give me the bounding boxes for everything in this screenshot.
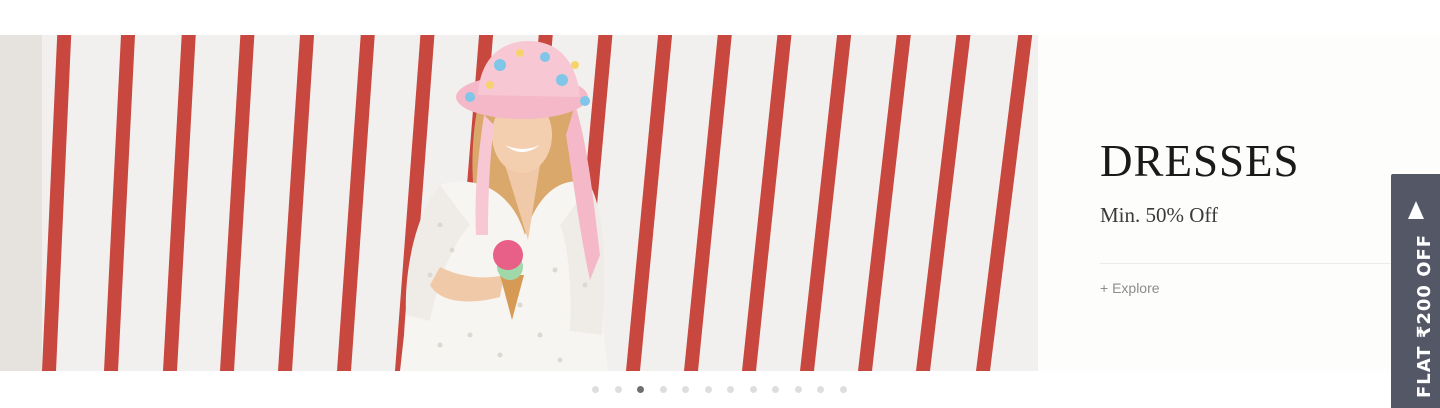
banner-image[interactable]: [0, 35, 1038, 371]
carousel-dot[interactable]: [794, 386, 802, 393]
slide-info-panel: DRESSES Min. 50% Off + Explore: [1038, 35, 1440, 371]
explore-link[interactable]: + Explore: [1100, 280, 1160, 296]
carousel-dot[interactable]: [637, 386, 644, 393]
offer-tab-label: FLAT ₹200 OFF: [1414, 233, 1435, 398]
offer-side-tab[interactable]: FLAT ₹200 OFF: [1391, 174, 1440, 408]
carousel-dot[interactable]: [839, 386, 847, 393]
carousel-dot[interactable]: [659, 386, 667, 393]
carousel-dot[interactable]: [772, 386, 779, 393]
wall-edge: [0, 35, 42, 371]
carousel-dot[interactable]: [749, 386, 757, 393]
divider: [1100, 263, 1400, 264]
top-navigation-strip: [0, 0, 1440, 36]
hero-carousel: DRESSES Min. 50% Off + Explore: [0, 35, 1440, 371]
carousel-dot[interactable]: [592, 386, 599, 393]
banner-illustration: [0, 35, 1038, 371]
slide-discount-text: Min. 50% Off: [1100, 203, 1219, 227]
carousel-dot[interactable]: [704, 386, 712, 393]
carousel-dot[interactable]: [614, 386, 622, 393]
triangle-up-icon[interactable]: [1408, 201, 1424, 219]
slide-title: DRESSES: [1100, 136, 1300, 186]
carousel-dot[interactable]: [727, 386, 734, 393]
carousel-dot[interactable]: [817, 386, 824, 393]
carousel-dot[interactable]: [682, 386, 689, 393]
